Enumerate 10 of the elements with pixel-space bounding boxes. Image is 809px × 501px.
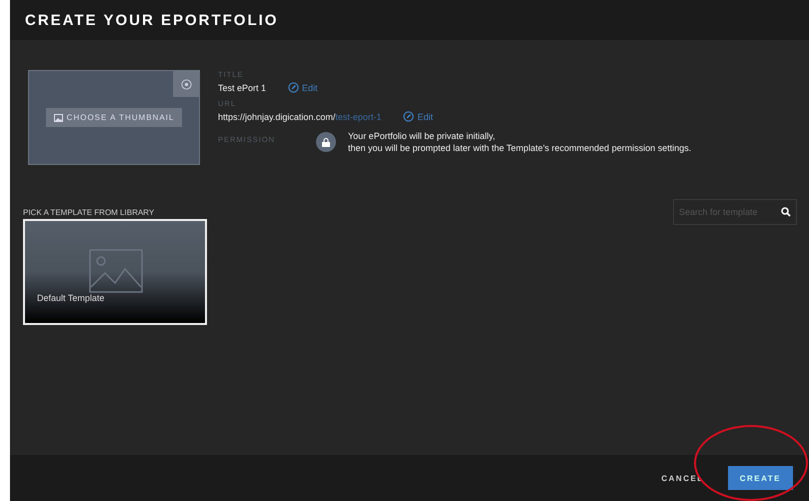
choose-thumbnail-button[interactable]: CHOOSE A THUMBNAIL — [46, 108, 182, 127]
library-heading: PICK A TEMPLATE FROM LIBRARY — [22, 208, 154, 216]
edit-link[interactable]: Edit — [288, 82, 318, 93]
field-value: https://johnjay.digication.com/test-eport-1 — [218, 112, 382, 122]
template-card[interactable]: Default Template — [23, 219, 207, 325]
permission-text: Your ePortfolio will be private initially, then you will be prompted later with the Template's recommended permission settings. — [348, 130, 692, 154]
field-value: Test ePort 1 — [218, 82, 266, 92]
edit-link[interactable]: Edit — [403, 111, 433, 122]
dialog-title: CREATE YOUR EPORTFOLIO — [25, 12, 278, 28]
create-button[interactable]: CREATE — [728, 466, 793, 490]
